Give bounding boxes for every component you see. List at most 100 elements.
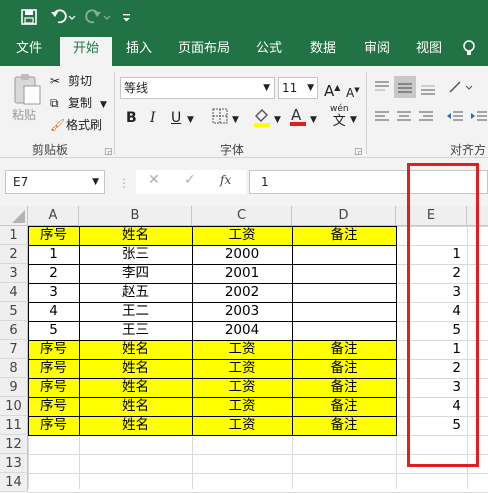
underline-dropdown-icon[interactable]: ▼	[187, 111, 194, 129]
cell-c5[interactable]: 2003	[192, 302, 292, 321]
cell-c7[interactable]: 工资	[192, 340, 292, 359]
tab-data[interactable]: 数据	[302, 37, 344, 66]
column-header-c[interactable]: C	[192, 206, 292, 226]
cell-d7[interactable]: 备注	[292, 340, 396, 359]
align-right-icon[interactable]	[418, 110, 434, 124]
borders-icon[interactable]	[212, 108, 228, 124]
cell-c3[interactable]: 2001	[192, 264, 292, 283]
cell-b4[interactable]: 赵五	[79, 283, 192, 302]
format-painter-button[interactable]: 🖌格式刷	[50, 116, 102, 134]
underline-button[interactable]: U	[171, 109, 181, 127]
row-header[interactable]: 8	[0, 359, 28, 378]
tab-file[interactable]: 文件	[8, 37, 50, 66]
row-header[interactable]: 2	[0, 245, 28, 264]
select-all-corner[interactable]	[0, 206, 28, 226]
cell-a8[interactable]: 序号	[28, 359, 79, 378]
name-box[interactable]: E7 ▼	[5, 170, 105, 194]
cell-a13[interactable]	[28, 454, 79, 473]
cell-c8[interactable]: 工资	[192, 359, 292, 378]
cell-b2[interactable]: 张三	[79, 245, 192, 264]
cell-d3[interactable]	[292, 264, 396, 283]
font-color-icon[interactable]: A	[288, 106, 308, 128]
phonetic-button[interactable]: wén 文	[330, 104, 349, 130]
cell-a4[interactable]: 3	[28, 283, 79, 302]
decrease-indent-icon[interactable]	[446, 110, 464, 124]
row-header[interactable]: 6	[0, 321, 28, 340]
orientation-icon[interactable]	[448, 78, 474, 96]
cell-d6[interactable]	[292, 321, 396, 340]
cell-d13[interactable]	[292, 454, 396, 473]
phonetic-dropdown-icon[interactable]: ▼	[350, 111, 357, 129]
tab-review[interactable]: 审阅	[356, 37, 398, 66]
tab-insert[interactable]: 插入	[118, 37, 160, 66]
cell-d5[interactable]	[292, 302, 396, 321]
cell-b11[interactable]: 姓名	[79, 416, 192, 435]
grow-font-icon[interactable]: A▲	[324, 79, 340, 100]
cell-a2[interactable]: 1	[28, 245, 79, 264]
cell-a12[interactable]	[28, 435, 79, 454]
align-middle-icon[interactable]	[394, 76, 416, 98]
cell-c10[interactable]: 工资	[192, 397, 292, 416]
align-left-icon[interactable]	[374, 110, 390, 124]
cell-b12[interactable]	[79, 435, 192, 454]
cell-d4[interactable]	[292, 283, 396, 302]
cell-a6[interactable]: 5	[28, 321, 79, 340]
cell-c13[interactable]	[192, 454, 292, 473]
cell-a11[interactable]: 序号	[28, 416, 79, 435]
cell-c1[interactable]: 工资	[192, 226, 292, 245]
save-icon[interactable]	[20, 6, 38, 28]
cell-a9[interactable]: 序号	[28, 378, 79, 397]
cell-d2[interactable]	[292, 245, 396, 264]
cell-b14[interactable]	[79, 473, 192, 492]
cell-b10[interactable]: 姓名	[79, 397, 192, 416]
cell-a7[interactable]: 序号	[28, 340, 79, 359]
row-header[interactable]: 14	[0, 473, 28, 492]
row-header[interactable]: 10	[0, 397, 28, 416]
row-header[interactable]: 13	[0, 454, 28, 473]
cell-e14[interactable]	[396, 473, 467, 492]
cell-b1[interactable]: 姓名	[79, 226, 192, 245]
tab-formulas[interactable]: 公式	[248, 37, 290, 66]
tab-page-layout[interactable]: 页面布局	[172, 37, 236, 66]
font-size-select[interactable]: 11 ▼	[278, 77, 318, 99]
redo-icon[interactable]	[84, 6, 112, 28]
column-header-b[interactable]: B	[79, 206, 192, 226]
paste-icon[interactable]	[10, 72, 42, 106]
cell-b9[interactable]: 姓名	[79, 378, 192, 397]
borders-dropdown-icon[interactable]: ▼	[232, 111, 239, 129]
cell-c14[interactable]	[192, 473, 292, 492]
enter-icon[interactable]: ✓	[184, 170, 196, 190]
cell-d12[interactable]	[292, 435, 396, 454]
align-bottom-icon[interactable]	[420, 80, 436, 96]
copy-button[interactable]: ⧉ 复制 ▼	[50, 94, 107, 114]
cell-c4[interactable]: 2002	[192, 283, 292, 302]
cell-d1[interactable]: 备注	[292, 226, 396, 245]
font-color-dropdown-icon[interactable]: ▼	[310, 111, 317, 129]
row-header[interactable]: 1	[0, 226, 28, 245]
cancel-icon[interactable]: ✕	[148, 170, 160, 190]
fill-color-icon[interactable]	[252, 107, 272, 127]
cell-b13[interactable]	[79, 454, 192, 473]
align-top-icon[interactable]	[374, 80, 390, 94]
tab-home[interactable]: 开始	[60, 37, 112, 66]
cell-d9[interactable]: 备注	[292, 378, 396, 397]
cell-a14[interactable]	[28, 473, 79, 492]
column-header-d[interactable]: D	[292, 206, 396, 226]
copy-dropdown-icon[interactable]: ▼	[100, 100, 107, 110]
insert-function-icon[interactable]: fx	[220, 170, 231, 190]
customize-icon[interactable]	[122, 6, 132, 28]
cell-a5[interactable]: 4	[28, 302, 79, 321]
row-header[interactable]: 4	[0, 283, 28, 302]
cell-d11[interactable]: 备注	[292, 416, 396, 435]
lightbulb-icon[interactable]	[462, 37, 486, 66]
row-header[interactable]: 5	[0, 302, 28, 321]
cell-d14[interactable]	[292, 473, 396, 492]
cell-a10[interactable]: 序号	[28, 397, 79, 416]
cell-c11[interactable]: 工资	[192, 416, 292, 435]
cell-c2[interactable]: 2000	[192, 245, 292, 264]
column-header-a[interactable]: A	[28, 206, 79, 226]
row-header[interactable]: 12	[0, 435, 28, 454]
fill-color-dropdown-icon[interactable]: ▼	[274, 111, 281, 129]
tab-view[interactable]: 视图	[408, 37, 450, 66]
cell-b7[interactable]: 姓名	[79, 340, 192, 359]
